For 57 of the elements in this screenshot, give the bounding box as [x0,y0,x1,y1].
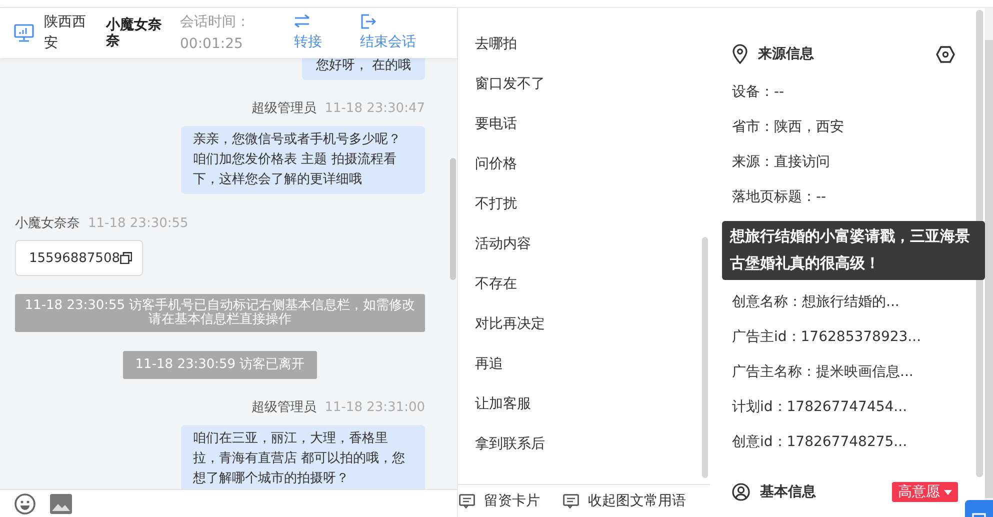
user-icon [732,483,750,501]
image-icon[interactable] [50,494,72,514]
scrollbar[interactable] [985,40,993,498]
monitor-icon [14,24,34,42]
phone-number: 15596887508 [29,250,120,266]
message-icon [459,494,475,508]
location-pin-icon [732,44,748,64]
intent-dropdown[interactable]: 高意愿 [892,482,958,502]
swap-arrows-icon [294,14,310,29]
message-time: 11-18 23:30:55 [88,216,188,232]
quick-reply-item[interactable]: 去哪拍 [458,24,517,64]
message-bubble: 您好呀， 在的哦 [302,58,425,80]
sender-name: 超级管理员 [252,101,317,117]
quick-reply-item[interactable]: 让加客服 [458,384,531,424]
quick-reply-item[interactable]: 不打扰 [458,184,517,224]
quick-reply-item[interactable]: 活动内容 [458,224,531,264]
duration-value: 00:01:25 [180,35,244,54]
message-time: 11-18 23:31:00 [324,400,425,416]
info-row-text: 来源：直接访问 [732,153,830,172]
visitor-location: 陕西西安 [44,13,87,53]
message-time: 11-18 23:30:47 [324,101,425,117]
section-title: 基本信息 [760,483,816,501]
section-title: 来源信息 [758,45,814,63]
tooltip: 想旅行结婚的小富婆请戳，三亚海景古堡婚礼真的很高级！ [722,221,985,280]
visitor-name: 小魔女奈奈 [106,17,163,49]
footer-button[interactable]: 收起图文常用语 [562,492,686,510]
scrollbar[interactable] [450,158,456,280]
quick-reply-item[interactable]: 对比再决定 [458,304,545,344]
message-bubble: 咱们在三亚，丽江，大理，香格里拉，青海有直营店 都可以拍的哦，您想了解哪个城市的拍摄呀？ [181,425,425,489]
info-row-text: 省市：陕西，西安 [732,118,844,137]
exit-icon [360,14,376,29]
info-row-text: 广告主名称：提米映画信息... [732,363,914,382]
info-row-text: 落地页标题：-- [732,188,826,207]
quick-reply-item[interactable]: 窗口发不了 [458,64,545,104]
settings-icon[interactable] [936,46,955,62]
quick-reply-item[interactable]: 要电话 [458,104,517,144]
message-icon [563,494,579,508]
info-row-text: 创意id：178267748275... [732,433,908,452]
info-row-text: 计划id：178267747454... [732,398,908,417]
duration-label: 会话时间： [180,13,251,32]
quick-reply-item[interactable]: 问价格 [458,144,517,184]
copy-icon[interactable] [120,252,132,264]
info-row-text: 创意名称：想旅行结婚的... [732,293,900,312]
quick-reply-item[interactable]: 再追 [458,344,503,384]
sender-name: 超级管理员 [252,400,317,416]
info-row-text: 设备：-- [732,83,784,102]
message-bubble: 亲亲，您微信号或者手机号多少呢？咱们加您发价格表 主题 拍摄流程看下，这样您会了解的更详细哦 [181,126,425,194]
footer-button[interactable]: 留资卡片 [458,492,540,510]
quick-reply-item[interactable]: 不存在 [458,264,517,304]
info-row-text: 广告主id：176285378923... [732,328,922,347]
system-notice: 11-18 23:30:59 访客已离开 [123,351,317,379]
caret-icon [944,490,952,494]
sender-name: 小魔女奈奈 [15,216,80,232]
system-notice: 11-18 23:30:55 访客手机号已自动标记右侧基本信息栏，如需修改请在基本信息栏直接操作 [15,294,425,332]
scrollbar[interactable] [702,237,708,478]
quick-reply-item[interactable]: 拿到联系后 [458,424,545,464]
emoji-icon[interactable] [14,492,36,514]
